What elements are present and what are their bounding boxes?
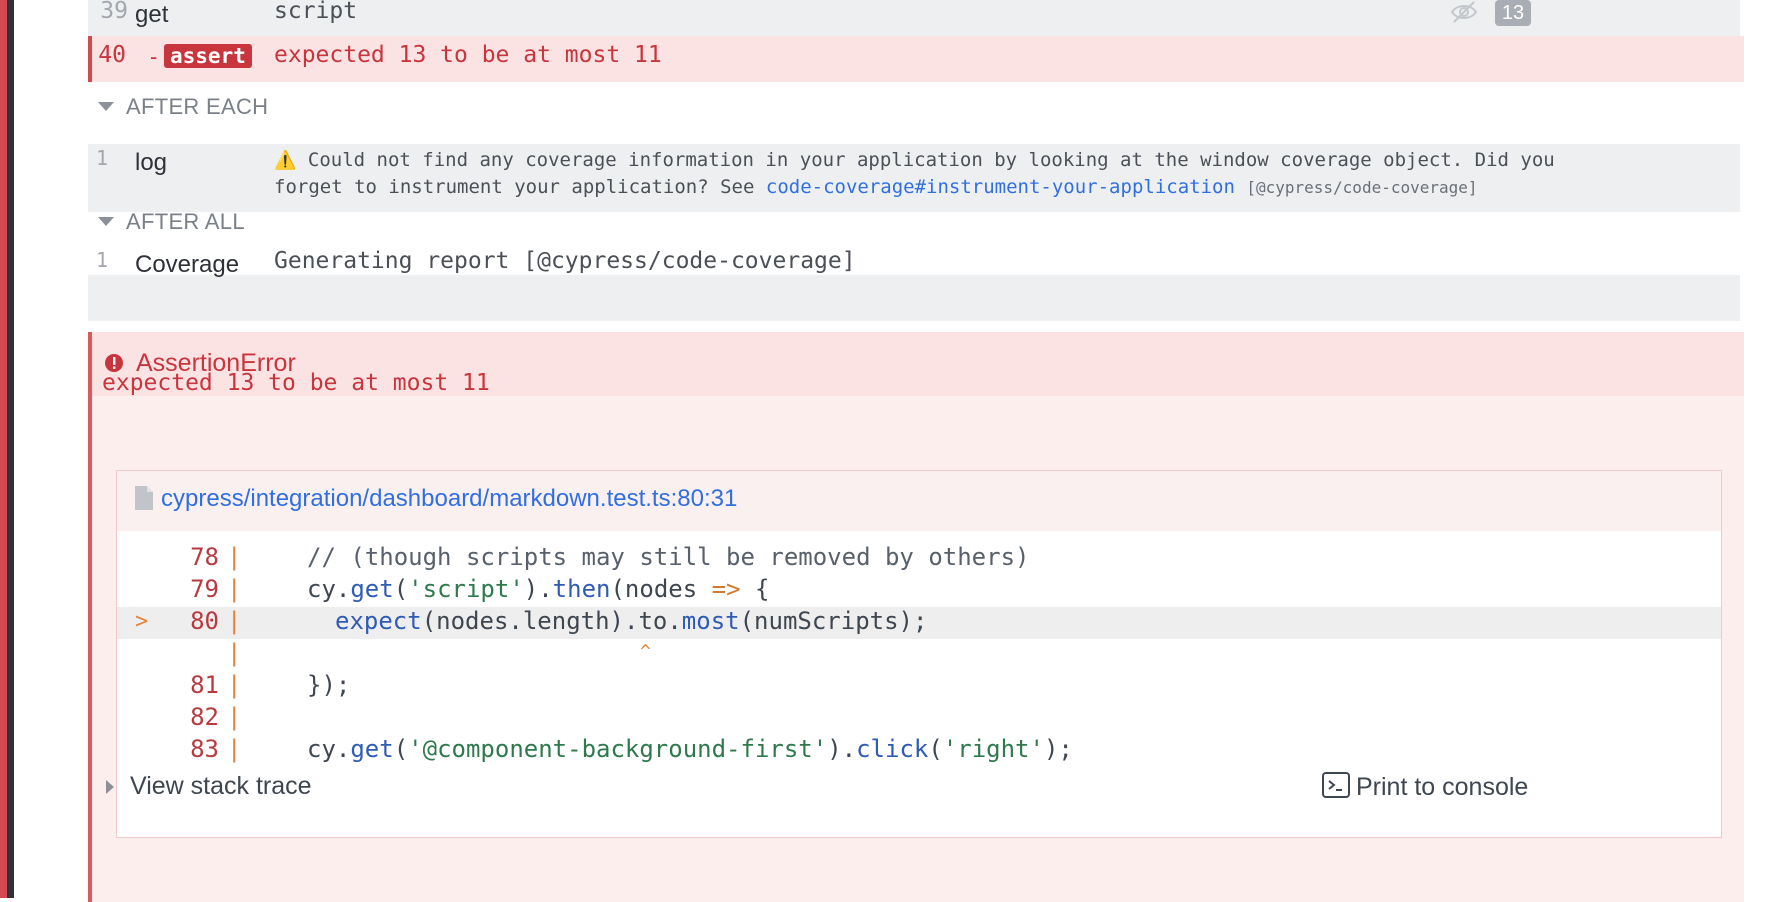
error-caret: ^	[640, 641, 651, 662]
line-number: 81	[190, 671, 219, 699]
line-number: 80	[190, 607, 219, 635]
collapse-triangle-icon	[98, 216, 114, 226]
line-number: 79	[190, 575, 219, 603]
code-line-78: 78 | // (though scripts may still be rem…	[117, 543, 1721, 579]
expand-triangle-icon	[106, 780, 114, 795]
command-name: Coverage	[135, 251, 240, 278]
command-name: get	[135, 1, 169, 28]
command-row-log[interactable]: 1 log ⚠️ Could not find any coverage inf…	[88, 144, 1740, 212]
source-text: });	[307, 671, 351, 699]
warning-icon: ⚠️	[274, 150, 297, 171]
gutter-bar: |	[227, 735, 242, 763]
line-number: 83	[190, 735, 219, 763]
assert-badge: assert	[164, 44, 252, 68]
hook-header-after-each[interactable]: AFTER EACH	[98, 94, 268, 120]
command-message: expected 13 to be at most 11	[274, 42, 662, 68]
command-number: 1	[95, 248, 108, 272]
line-number: 78	[190, 543, 219, 571]
hook-header-after-all[interactable]: AFTER ALL	[98, 209, 245, 235]
code-line-83: 83 | cy.get('@component-background-first…	[117, 735, 1721, 771]
command-number: 1	[95, 146, 108, 170]
gutter-bar: |	[227, 639, 242, 667]
gutter-bar: |	[227, 575, 242, 603]
code-line-82: 82 |	[117, 703, 1721, 739]
print-to-console-button[interactable]: Print to console	[1322, 772, 1528, 805]
command-name: log	[135, 149, 168, 176]
file-path-link[interactable]: cypress/integration/dashboard/markdown.t…	[161, 485, 737, 513]
line-number: 82	[190, 703, 219, 731]
print-to-console-label: Print to console	[1356, 773, 1529, 802]
assertion-error-panel: AssertionError expected 13 to be at most…	[88, 332, 1744, 902]
code-line-80-highlighted: > 80 | expect(nodes.length).to.most(numS…	[117, 607, 1721, 639]
command-row-coverage[interactable]: 1 Coverage Generating report [@cypress/c…	[88, 248, 1740, 321]
code-line-79: 79 | cy.get('script').then(nodes => {	[117, 575, 1721, 611]
error-message: expected 13 to be at most 11	[102, 370, 490, 396]
code-line-81: 81 | });	[117, 671, 1721, 707]
source-text: cy.get('script').then(nodes => {	[307, 575, 770, 603]
command-prefix: -	[150, 44, 158, 69]
terminal-icon	[1322, 772, 1350, 805]
view-stack-trace-label: View stack trace	[130, 772, 312, 800]
coverage-docs-link[interactable]: code-coverage#instrument-your-applicatio…	[766, 176, 1235, 198]
command-number: 39	[100, 0, 128, 24]
element-count-badge: 13	[1495, 0, 1531, 26]
view-stack-trace-toggle[interactable]: View stack trace	[106, 772, 312, 801]
command-message: script	[274, 0, 358, 24]
command-row-assert[interactable]: 40 - assert expected 13 to be at most 11	[88, 36, 1744, 82]
code-frame-file-bar: cypress/integration/dashboard/markdown.t…	[117, 471, 1721, 531]
command-row-get[interactable]: 39 get script 13	[88, 0, 1740, 36]
source-text: cy.get('@component-background-first').cl…	[307, 735, 1073, 763]
failure-indicator-stripe	[0, 0, 7, 898]
hidden-eye-icon[interactable]	[1450, 0, 1478, 24]
command-message: Generating report [@cypress/code-coverag…	[274, 248, 856, 274]
collapse-triangle-icon	[98, 101, 114, 111]
code-line-caret: | ^	[117, 639, 1721, 675]
source-text: expect(nodes.length).to.most(numScripts)…	[335, 607, 928, 635]
file-icon	[135, 486, 153, 515]
hook-header-label: AFTER EACH	[126, 94, 269, 119]
log-message-line1: Could not find any coverage information …	[307, 149, 1555, 171]
gutter-bar: |	[227, 543, 242, 571]
source-text: // (though scripts may still be removed …	[307, 543, 1030, 571]
command-number: 40	[98, 42, 126, 68]
gutter-bar: |	[227, 703, 242, 731]
plugin-tag: [@cypress/code-coverage]	[1246, 178, 1478, 197]
gutter-bar: |	[227, 607, 242, 635]
log-message-line2: forget to instrument your application? S…	[274, 176, 755, 198]
gutter-bar: |	[227, 671, 242, 699]
hook-header-label: AFTER ALL	[126, 209, 245, 234]
